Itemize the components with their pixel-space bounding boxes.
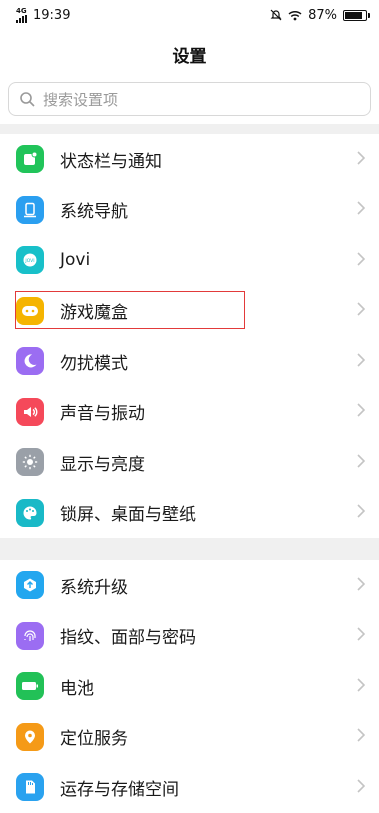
moon-icon	[16, 347, 44, 376]
signal-icon	[16, 14, 27, 23]
settings-item-sound[interactable]: 声音与振动	[0, 387, 379, 438]
section-divider	[0, 124, 379, 134]
navigation-icon	[16, 195, 44, 224]
location-icon	[16, 722, 44, 751]
settings-item-label: Jovi	[60, 250, 91, 271]
section-divider	[0, 538, 379, 560]
battery-status-icon	[343, 9, 370, 21]
chevron-right-icon	[357, 777, 366, 798]
chevron-right-icon	[357, 575, 366, 596]
chevron-right-icon	[357, 351, 366, 372]
settings-item-moon[interactable]: 勿扰模式	[0, 336, 379, 387]
settings-item-label: 系统升级	[60, 577, 128, 598]
chevron-right-icon	[357, 676, 366, 697]
storage-icon	[16, 773, 44, 802]
chevron-right-icon	[357, 250, 366, 271]
search-icon	[20, 92, 35, 107]
chevron-right-icon	[357, 199, 366, 220]
settings-item-label: 声音与振动	[60, 404, 145, 425]
network-label: 4G	[16, 6, 27, 15]
game-icon	[16, 296, 44, 325]
brightness-icon	[16, 448, 44, 477]
search-input[interactable]: 搜索设置项	[8, 82, 371, 116]
settings-group-2: 系统升级指纹、面部与密码 电池定位服务运存与存储空间	[0, 560, 379, 813]
notification-icon	[16, 145, 44, 174]
settings-item-palette[interactable]: 锁屏、桌面与壁纸	[0, 488, 379, 539]
sound-icon	[16, 397, 44, 426]
settings-item-label: 状态栏与通知	[60, 151, 162, 172]
chevron-right-icon	[357, 401, 366, 422]
settings-item-label: 锁屏、桌面与壁纸	[60, 505, 196, 526]
header: 设置	[0, 30, 379, 78]
settings-item-label: 指纹、面部与密码	[60, 628, 196, 649]
clock: 19:39	[33, 7, 71, 23]
settings-item-label: 显示与亮度	[60, 454, 145, 475]
settings-item-battery[interactable]: 电池	[0, 661, 379, 712]
search-placeholder: 搜索设置项	[43, 90, 119, 109]
status-bar: 4G 19:39 87%	[0, 0, 379, 30]
settings-group-1: 状态栏与通知 系统导航 JOVI Jovi 游戏魔盒勿扰模式声音与振动显示与亮度锁屏、桌…	[0, 134, 379, 538]
settings-item-storage[interactable]: 运存与存储空间	[0, 762, 379, 813]
settings-item-game[interactable]: 游戏魔盒	[0, 286, 379, 337]
settings-item-navigation[interactable]: 系统导航	[0, 185, 379, 236]
svg-text:JOVI: JOVI	[24, 258, 34, 264]
settings-item-label: 勿扰模式	[60, 353, 128, 374]
network-indicator: 4G	[16, 6, 27, 23]
chevron-right-icon	[357, 300, 366, 321]
upgrade-icon	[16, 571, 44, 600]
jovi-icon: JOVI	[16, 246, 44, 275]
page-title: 设置	[172, 46, 207, 67]
settings-item-label: 电池	[60, 678, 94, 699]
search-container: 搜索设置项	[0, 78, 379, 124]
settings-item-label: 运存与存储空间	[60, 779, 179, 800]
settings-item-upgrade[interactable]: 系统升级	[0, 560, 379, 611]
wifi-icon	[288, 10, 302, 20]
settings-item-brightness[interactable]: 显示与亮度	[0, 437, 379, 488]
status-right: 87%	[270, 7, 370, 23]
settings-item-label: 系统导航	[60, 202, 128, 223]
battery-icon	[16, 672, 44, 701]
status-left: 4G 19:39	[16, 6, 71, 23]
settings-item-jovi[interactable]: JOVI Jovi	[0, 235, 379, 286]
chevron-right-icon	[357, 452, 366, 473]
fingerprint-icon	[16, 621, 44, 650]
settings-item-notification[interactable]: 状态栏与通知	[0, 134, 379, 185]
settings-item-label: 游戏魔盒	[60, 303, 128, 324]
chevron-right-icon	[357, 726, 366, 747]
mute-bell-icon	[270, 9, 282, 21]
battery-percent: 87%	[308, 7, 337, 23]
settings-item-label: 定位服务	[60, 729, 128, 750]
settings-item-location[interactable]: 定位服务	[0, 712, 379, 763]
palette-icon	[16, 498, 44, 527]
chevron-right-icon	[357, 625, 366, 646]
chevron-right-icon	[357, 149, 366, 170]
chevron-right-icon	[357, 502, 366, 523]
settings-item-fingerprint[interactable]: 指纹、面部与密码	[0, 611, 379, 662]
